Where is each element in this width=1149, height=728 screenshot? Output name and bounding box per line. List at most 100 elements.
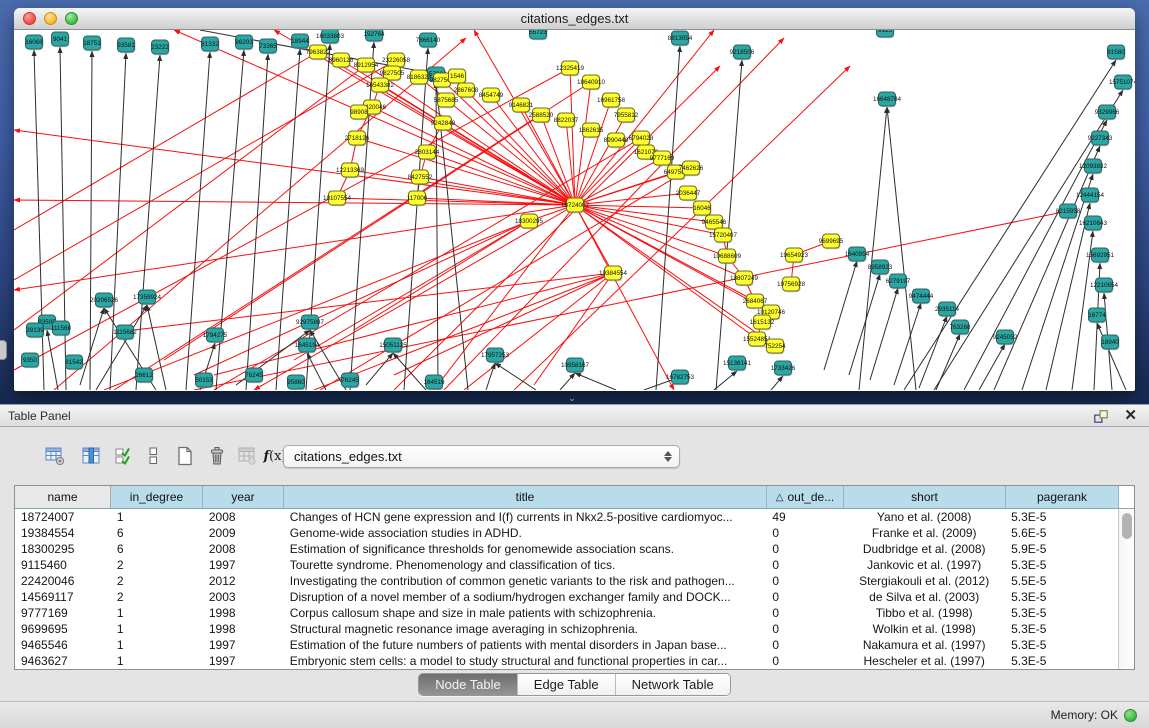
network-window-titlebar[interactable]: citations_edges.txt [14, 8, 1135, 30]
table-cell[interactable]: 9115460 [15, 557, 111, 573]
network-node[interactable]: 152764 [363, 30, 385, 42]
network-edge[interactable] [114, 82, 591, 390]
table-row[interactable]: 946554611997Estimation of the future num… [15, 637, 1118, 653]
table-row[interactable]: 2242004622012Investigating the contribut… [15, 573, 1118, 589]
network-node[interactable]: 8822037 [554, 113, 579, 128]
table-cell[interactable]: 2008 [203, 509, 284, 525]
network-node[interactable]: 26612 [135, 368, 153, 383]
column-header-short[interactable]: short [844, 486, 1006, 508]
table-cell[interactable]: 1997 [203, 653, 284, 669]
table-cell[interactable]: 9463627 [15, 653, 111, 669]
network-node[interactable]: 39139 [26, 323, 44, 338]
network-node[interactable]: 55723 [529, 30, 547, 40]
table-cell[interactable]: 18300295 [15, 541, 111, 557]
network-node[interactable]: 15720407 [709, 228, 738, 243]
network-edge[interactable] [276, 49, 300, 390]
table-cell[interactable]: Disruption of a novel member of a sodium… [284, 589, 767, 605]
network-edge[interactable] [194, 211, 1068, 390]
network-edge[interactable] [14, 68, 570, 370]
network-edge[interactable] [936, 334, 960, 390]
network-node[interactable]: 164519 [423, 375, 445, 390]
network-node[interactable]: 8215958 [1056, 204, 1081, 219]
table-cell[interactable]: 9699695 [15, 621, 111, 637]
network-node[interactable]: 12325419 [556, 61, 585, 76]
network-node[interactable]: 1733426 [771, 361, 796, 376]
table-settings-button[interactable] [42, 443, 68, 469]
network-node[interactable]: 93581 [117, 38, 135, 53]
network-edge[interactable] [1022, 174, 1093, 390]
network-node[interactable]: 10688609 [713, 249, 742, 264]
column-header-name[interactable]: name [15, 486, 111, 508]
network-node[interactable]: 2935114 [935, 302, 960, 317]
network-node[interactable]: 17957253 [481, 348, 510, 363]
table-cell[interactable]: 22420046 [15, 573, 111, 589]
table-cell[interactable]: Jankovic et al. (1997) [843, 557, 1005, 573]
network-node[interactable]: 6794028 [629, 131, 654, 146]
network-node[interactable]: 8958923 [868, 260, 893, 275]
network-edge[interactable] [366, 353, 393, 385]
table-row[interactable]: 946362711997Embryonic stem cells: a mode… [15, 653, 1118, 669]
table-cell[interactable]: 5.3E-5 [1005, 605, 1118, 621]
float-panel-icon[interactable] [1092, 408, 1110, 424]
table-selector[interactable]: citations_edges.txt [283, 445, 680, 468]
network-edge[interactable] [90, 51, 92, 390]
network-edge[interactable] [979, 344, 1005, 390]
network-node[interactable]: 16774 [1088, 308, 1106, 323]
network-edge[interactable] [80, 308, 104, 385]
network-node[interactable]: 1115682 [113, 325, 137, 340]
network-node[interactable]: 98908 [350, 105, 368, 120]
table-cell[interactable]: 1 [111, 637, 203, 653]
network-node[interactable]: 7866140 [416, 33, 441, 48]
network-edge[interactable] [354, 221, 529, 330]
network-node[interactable]: 9227343 [1088, 131, 1113, 146]
table-cell[interactable]: 9777169 [15, 605, 111, 621]
network-node[interactable]: 1546 [449, 69, 467, 84]
table-cell[interactable]: 5.3E-5 [1005, 637, 1118, 653]
tab-node-table[interactable]: Node Table [419, 674, 517, 695]
network-edge[interactable] [824, 261, 857, 370]
table-scrollbar[interactable] [1118, 509, 1134, 669]
network-node[interactable]: 8454749 [479, 88, 504, 103]
table-cell[interactable]: 1998 [203, 621, 284, 637]
network-node[interactable]: 50153 [195, 373, 213, 388]
table-cell[interactable]: Estimation of the future numbers of pati… [284, 637, 767, 653]
tab-edge-table[interactable]: Edge Table [517, 674, 615, 695]
network-node[interactable]: 91580 [1107, 45, 1125, 60]
network-edge[interactable] [575, 100, 611, 205]
network-node[interactable]: 1794275 [203, 328, 228, 343]
network-node[interactable]: 81332 [201, 37, 219, 52]
row-height-button[interactable] [140, 443, 166, 469]
network-node[interactable]: 19384554 [599, 266, 628, 281]
table-cell[interactable]: Genome-wide association studies in ADHD. [284, 525, 767, 541]
table-cell[interactable]: 1997 [203, 637, 284, 653]
network-node[interactable]: 2867608 [454, 83, 479, 98]
table-cell[interactable]: Nakamura et al. (1997) [843, 637, 1005, 653]
table-cell[interactable]: 1997 [203, 557, 284, 573]
column-header-title[interactable]: title [284, 486, 767, 508]
network-node[interactable]: 73365 [259, 39, 277, 54]
network-node[interactable]: 95860 [287, 375, 305, 390]
table-cell[interactable]: Investigating the contribution of common… [284, 573, 767, 589]
network-node[interactable]: 16046 [693, 201, 711, 216]
network-node[interactable]: 9245052 [993, 330, 1018, 345]
network-edge[interactable] [656, 46, 680, 390]
table-cell[interactable]: Changes of HCN gene expression and I(f) … [284, 509, 767, 525]
table-cell[interactable]: Structural magnetic resonance image aver… [284, 621, 767, 637]
network-node[interactable]: 9350 [22, 353, 40, 368]
table-cell[interactable]: de Silva et al. (2003) [843, 589, 1005, 605]
table-cell[interactable]: 0 [766, 637, 843, 653]
table-cell[interactable]: 0 [766, 541, 843, 557]
network-node[interactable]: 23222 [151, 40, 169, 55]
network-node[interactable]: 9041 [52, 32, 70, 47]
network-edge[interactable] [246, 54, 268, 390]
network-node[interactable]: 16033803 [316, 30, 345, 44]
table-row[interactable]: 1938455462009Genome-wide association stu… [15, 525, 1118, 541]
table-cell[interactable]: 5.3E-5 [1005, 589, 1118, 605]
network-node[interactable]: 9125 [877, 30, 895, 38]
table-cell[interactable]: Tibbo et al. (1998) [843, 605, 1005, 621]
table-cell[interactable]: 5.6E-5 [1005, 525, 1118, 541]
network-edge[interactable] [994, 146, 1100, 390]
splitter-resize-handle[interactable]: ⌄ [566, 395, 578, 402]
network-edge[interactable] [870, 288, 898, 380]
network-node[interactable]: 8813054 [668, 31, 693, 46]
